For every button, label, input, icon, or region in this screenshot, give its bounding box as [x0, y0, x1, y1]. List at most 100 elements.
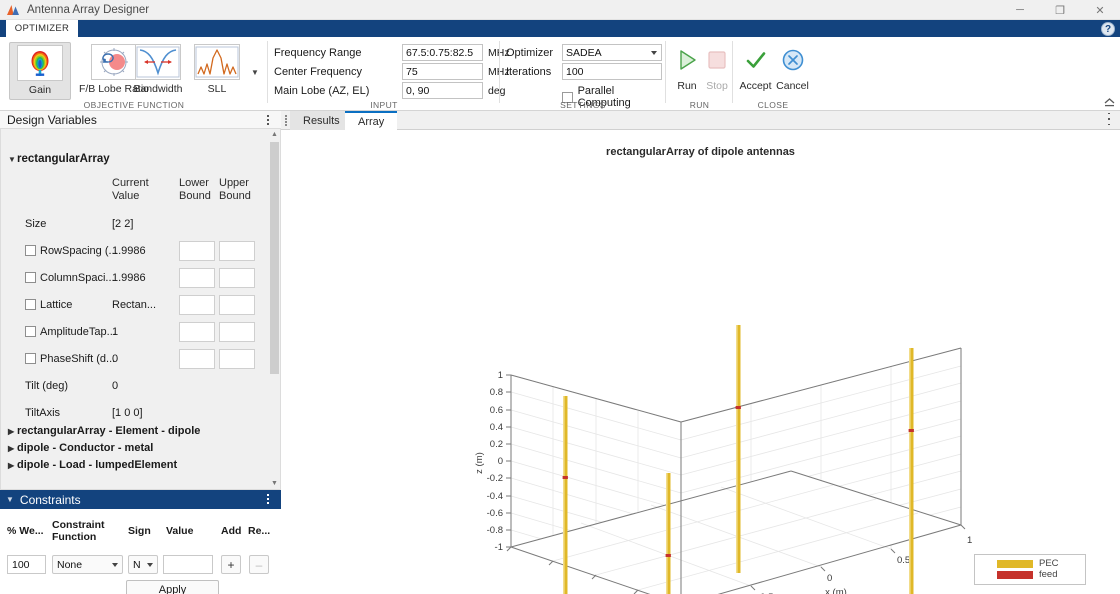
- app-logo-icon: [5, 2, 21, 18]
- variable-upper-bound-input[interactable]: [219, 268, 255, 288]
- tab-optimizer[interactable]: OPTIMIZER: [6, 20, 78, 37]
- constraint-add-button[interactable]: +: [221, 555, 241, 574]
- cancel-label: Cancel: [776, 80, 809, 92]
- tree-node-conductor-metal[interactable]: ▶ dipole - Conductor - metal: [8, 442, 153, 454]
- svg-text:0.5: 0.5: [897, 555, 910, 566]
- ribbon-group-run: Run Stop RUN: [666, 37, 733, 111]
- variable-name: RowSpacing (...: [40, 245, 118, 257]
- objective-button-bandwidth[interactable]: Bandwidth: [127, 42, 189, 100]
- constraints-panel-header[interactable]: ▼ Constraints: [0, 490, 281, 509]
- tree-root-label: rectangularArray: [17, 153, 110, 165]
- constraint-value-input[interactable]: [163, 555, 213, 574]
- variable-current-value: 1.9986: [112, 245, 146, 257]
- design-variable-row: RowSpacing (... 1.9986: [1, 237, 271, 264]
- constraint-weight-input[interactable]: 100: [7, 555, 46, 574]
- ribbon-collapse-icon[interactable]: [1103, 97, 1116, 108]
- iterations-input[interactable]: 100: [562, 63, 662, 80]
- tree-node-load-lumpedelement[interactable]: ▶ dipole - Load - lumpedElement: [8, 459, 177, 471]
- objective-more-chevron-down-icon[interactable]: ▼: [249, 65, 261, 79]
- variable-lower-bound-input[interactable]: [179, 268, 215, 288]
- help-icon[interactable]: ?: [1101, 22, 1115, 36]
- minimize-button[interactable]: ─: [1000, 0, 1040, 20]
- variable-checkbox[interactable]: [25, 326, 36, 337]
- variable-checkbox[interactable]: [25, 245, 36, 256]
- run-button[interactable]: Run: [672, 43, 702, 99]
- variable-lower-bound-input[interactable]: [179, 322, 215, 342]
- variable-upper-bound-input[interactable]: [219, 295, 255, 315]
- design-variables-panel-header: Design Variables: [0, 111, 281, 129]
- accept-label: Accept: [739, 80, 771, 92]
- x-axis-label: x (m): [825, 587, 847, 594]
- plot-legend: PEC feed: [974, 554, 1086, 585]
- close-button[interactable]: ✕: [1080, 0, 1120, 20]
- design-variable-row: ColumnSpaci... 1.9986: [1, 264, 271, 291]
- scroll-up-icon[interactable]: ▲: [269, 129, 280, 140]
- variable-upper-bound-input[interactable]: [219, 322, 255, 342]
- objective-button-gain[interactable]: Gain: [9, 42, 71, 100]
- variable-checkbox[interactable]: [25, 353, 36, 364]
- ribbon-toolbar: Gain: [0, 37, 1120, 111]
- stop-button[interactable]: Stop: [702, 43, 732, 99]
- cancel-button[interactable]: Cancel: [774, 43, 811, 99]
- variable-name: ColumnSpaci...: [40, 272, 115, 284]
- array-3d-plot[interactable]: rectangularArray of dipole antennas: [281, 130, 1120, 594]
- frequency-range-input[interactable]: 67.5:0.75:82.5: [402, 44, 483, 61]
- chevron-down-icon: [147, 563, 153, 567]
- ribbon-group-close: Accept Cancel CLOSE: [733, 37, 813, 111]
- center-frequency-input[interactable]: 75: [402, 63, 483, 80]
- iterations-label: Iterations: [506, 66, 562, 78]
- center-frequency-label: Center Frequency: [274, 66, 402, 78]
- constraints-menu-icon[interactable]: [263, 492, 273, 506]
- array-geometry-svg: 1 0.8 0.6 0.4 0.2 0 -0.2 -0.4 -0.6 -0.8 …: [281, 130, 1120, 594]
- constraints-apply-button[interactable]: Apply: [126, 580, 219, 594]
- variable-name: AmplitudeTap...: [40, 326, 116, 338]
- variable-lower-bound-input[interactable]: [179, 349, 215, 369]
- main-lobe-input[interactable]: 0, 90: [402, 82, 483, 99]
- maximize-button[interactable]: ❐: [1040, 0, 1080, 20]
- objective-button-sll[interactable]: SLL: [188, 42, 246, 100]
- panel-drag-grip[interactable]: [284, 115, 288, 126]
- variable-upper-bound-input[interactable]: [219, 349, 255, 369]
- constraint-sign-select[interactable]: N: [128, 555, 158, 574]
- constraint-function-select[interactable]: None: [52, 555, 123, 574]
- variable-current-value: [1 0 0]: [112, 407, 143, 419]
- scroll-down-icon[interactable]: ▼: [269, 478, 280, 489]
- scrollbar-thumb[interactable]: [270, 142, 279, 374]
- design-variables-menu-icon[interactable]: [263, 113, 273, 127]
- window-controls: ─ ❐ ✕: [1000, 0, 1120, 20]
- chevron-down-icon: [112, 563, 118, 567]
- tree-node-element-dipole[interactable]: ▶ rectangularArray - Element - dipole: [8, 425, 200, 437]
- svg-text:1: 1: [967, 535, 972, 546]
- triangle-right-icon: ▶: [8, 444, 17, 453]
- variable-upper-bound-input[interactable]: [219, 241, 255, 261]
- optimizer-select[interactable]: SADEA: [562, 44, 662, 61]
- legend-item-feed: feed: [997, 569, 1085, 580]
- optimizer-select-value: SADEA: [566, 47, 602, 59]
- constraint-function-value: None: [57, 559, 82, 571]
- svg-text:-0.2: -0.2: [487, 473, 503, 484]
- plot-panel-menu-icon[interactable]: [1104, 113, 1114, 127]
- design-variable-row: Lattice Rectan...: [1, 291, 271, 318]
- variable-lower-bound-input[interactable]: [179, 295, 215, 315]
- svg-text:-1: -1: [495, 542, 503, 553]
- close-group-label: CLOSE: [733, 100, 813, 110]
- design-variable-row: Tilt (deg) 0: [1, 372, 271, 399]
- design-variables-scrollbar[interactable]: ▲ ▼: [269, 129, 280, 489]
- window-title: Antenna Array Designer: [27, 4, 149, 16]
- triangle-right-icon: ▶: [8, 461, 17, 470]
- variable-current-value: 0: [112, 380, 118, 392]
- variable-current-value: 0: [112, 353, 118, 365]
- variable-checkbox[interactable]: [25, 272, 36, 283]
- variable-checkbox[interactable]: [25, 299, 36, 310]
- tab-array[interactable]: Array: [345, 111, 397, 130]
- constraint-remove-button[interactable]: –: [249, 555, 269, 574]
- svg-text:-0.4: -0.4: [487, 491, 503, 502]
- constraints-title: Constraints: [20, 493, 81, 507]
- run-label: Run: [677, 80, 696, 92]
- check-icon: [743, 47, 769, 73]
- variable-lower-bound-input[interactable]: [179, 241, 215, 261]
- accept-button[interactable]: Accept: [737, 43, 774, 99]
- left-panel-column: Design Variables ▼ rectangularArray Curr…: [0, 111, 281, 594]
- design-variable-row: TiltAxis [1 0 0]: [1, 399, 271, 426]
- tree-root-rectangular-array[interactable]: ▼ rectangularArray: [8, 153, 110, 165]
